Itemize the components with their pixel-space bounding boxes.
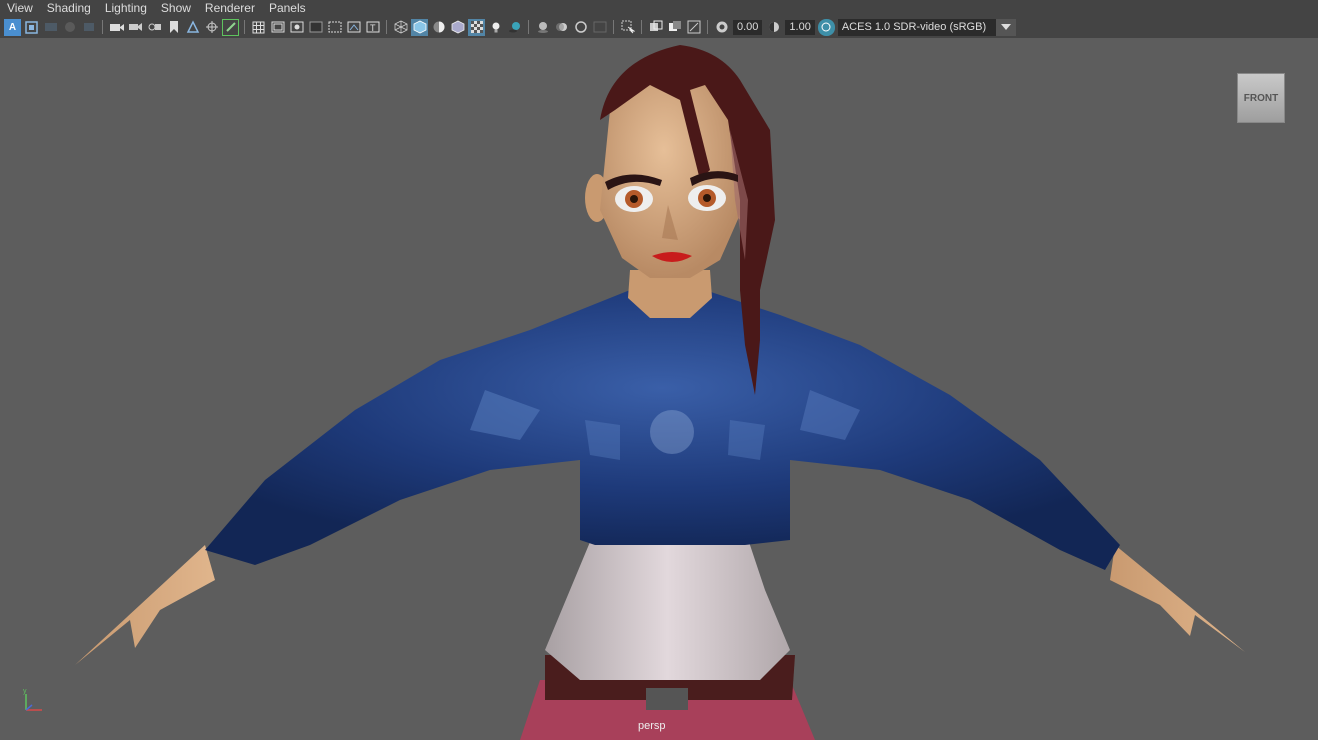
grease-pencil-tool-icon[interactable] [203,19,220,36]
default-material-icon[interactable] [430,19,447,36]
shirt-highlight [650,410,694,454]
image-plane-icon[interactable] [61,19,78,36]
menu-lighting[interactable]: Lighting [98,0,154,16]
xray-active-components-icon[interactable] [666,19,683,36]
right-hand [1110,545,1245,652]
toolbar-separator [244,20,245,34]
toolbar-separator [613,20,614,34]
bookmarks-icon[interactable] [42,19,59,36]
apron [545,530,790,680]
menu-shading[interactable]: Shading [40,0,98,16]
axis-y-label: y [23,688,27,695]
gamma-icon[interactable] [765,19,782,36]
use-all-lights-icon[interactable] [487,19,504,36]
wireframe-on-shaded-icon[interactable] [449,19,466,36]
left-hand [75,545,215,665]
camera-aim-up-icon[interactable] [146,19,163,36]
chevron-down-icon[interactable] [995,18,1016,36]
menu-view[interactable]: View [0,0,40,16]
toolbar-separator [641,20,642,34]
resolution-gate-icon[interactable] [288,19,305,36]
camera-attributes-icon[interactable] [23,19,40,36]
grid-icon[interactable] [250,19,267,36]
panel-menubar: View Shading Lighting Show Renderer Pane… [0,0,1318,16]
motion-blur-icon[interactable] [553,19,570,36]
camera-name-label: persp [638,720,666,732]
axis-gizmo-icon: y [23,688,42,711]
wireframe-icon[interactable] [392,19,409,36]
menu-renderer[interactable]: Renderer [198,0,262,16]
safe-action-icon[interactable] [345,19,362,36]
shadows-icon[interactable] [506,19,523,36]
pencil-icon[interactable] [222,18,239,36]
belt-buckle [646,688,688,710]
color-space-value: ACES 1.0 SDR-video (sRGB) [841,20,987,33]
textured-icon[interactable] [468,18,485,36]
isolate-select-icon[interactable] [619,19,636,36]
toolbar-separator [707,20,708,34]
gamma-field[interactable]: 1.00 [785,19,815,35]
screen-space-ao-icon[interactable] [534,19,551,36]
svg-text:T: T [370,23,376,33]
smooth-shade-icon[interactable] [411,18,428,36]
shirt-highlight [585,420,620,460]
safe-title-icon[interactable]: T [364,19,381,36]
left-pupil [630,195,638,203]
exposure-icon[interactable] [713,19,730,36]
character-model [75,45,1245,740]
xray-joints-icon[interactable] [685,19,702,36]
gate-mask-icon[interactable] [307,19,324,36]
view-cube[interactable]: FRONT [1237,73,1285,123]
xray-icon[interactable] [647,19,664,36]
film-gate-icon[interactable] [269,19,286,36]
camera-icon[interactable] [108,19,125,36]
menu-show[interactable]: Show [154,0,198,16]
3d-viewport[interactable]: FRONT y persp [0,38,1318,740]
right-pupil [703,194,711,202]
exposure-field[interactable]: 0.00 [733,19,763,35]
field-chart-icon[interactable] [326,19,343,36]
view-transform-icon[interactable] [817,18,835,36]
menu-panels[interactable]: Panels [262,0,313,16]
bookmark-icon[interactable] [165,19,182,36]
multisample-aa-icon[interactable] [572,19,589,36]
toolbar-separator [102,20,103,34]
shirt-highlight [728,420,765,460]
color-space-select[interactable]: ACES 1.0 SDR-video (sRGB) [837,18,1016,36]
two-d-pan-zoom-icon[interactable] [184,19,201,36]
toolbar-separator [386,20,387,34]
toolbar-separator [528,20,529,34]
depth-of-field-icon[interactable] [591,19,608,36]
panel-toolbar: A T 0.00 1.00 ACES 1.0 SDR-video (sRGB) [0,16,1318,38]
grease-pencil-icon[interactable] [80,19,97,36]
select-camera-icon[interactable]: A [4,18,21,36]
camera-aim-icon[interactable] [127,19,144,36]
